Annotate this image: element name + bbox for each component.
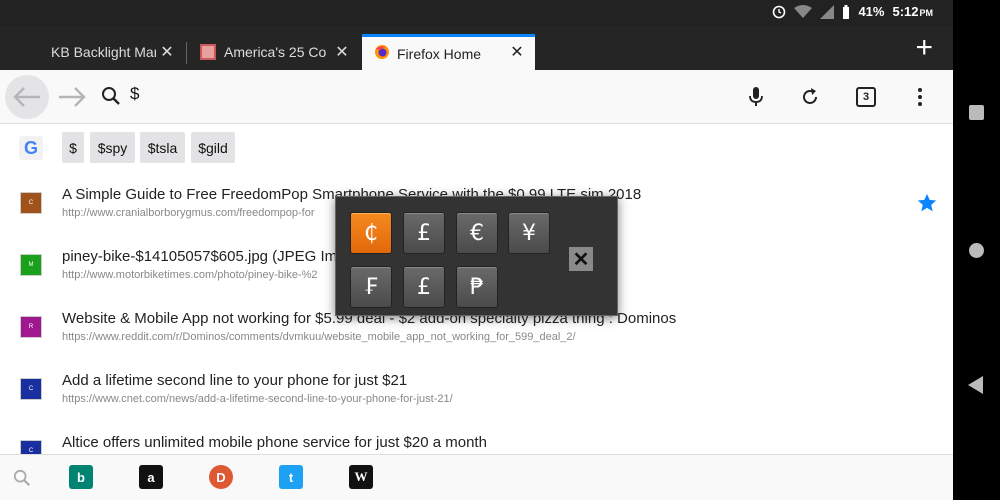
history-url: http://www.cranialborborygmus.com/freedo…	[62, 207, 315, 219]
url-input[interactable]: $	[130, 84, 139, 104]
tab-divider	[186, 42, 187, 64]
recents-icon[interactable]	[969, 105, 984, 120]
suggestion-chip[interactable]: $tsla	[140, 132, 185, 163]
tab-title: America's 25 Colc	[224, 44, 326, 60]
site-favicon: C	[20, 440, 42, 454]
tab-firefox-home[interactable]: Firefox Home ✕	[362, 34, 535, 70]
history-url: https://www.cnet.com/news/add-a-lifetime…	[62, 393, 453, 405]
history-item[interactable]: C Altice offers unlimited mobile phone s…	[0, 434, 953, 454]
tab-count: 3	[856, 87, 876, 107]
toolbar: $ 3	[0, 70, 953, 124]
back-arrow-icon	[13, 87, 40, 107]
tab-bar: KB Backlight Mar ✕ America's 25 Colc ✕ F…	[0, 26, 953, 70]
site-favicon: C	[20, 192, 42, 214]
tab-favicon	[200, 44, 216, 60]
currency-key-franc[interactable]: ₣	[350, 266, 392, 308]
tab-kb-backlight[interactable]: KB Backlight Mar ✕	[0, 34, 185, 70]
back-button[interactable]	[5, 75, 49, 119]
wikipedia-icon[interactable]: W	[349, 465, 373, 489]
duckduckgo-icon[interactable]: D	[209, 465, 233, 489]
history-title: Add a lifetime second line to your phone…	[62, 372, 408, 389]
back-icon[interactable]	[968, 376, 984, 399]
currency-key-yen[interactable]: ¥	[508, 212, 550, 254]
site-favicon: C	[20, 378, 42, 400]
currency-key-peso[interactable]: ₱	[456, 266, 498, 308]
google-icon: G	[19, 136, 43, 160]
signal-icon	[820, 4, 835, 19]
currency-key-cedi[interactable]: ₵	[350, 212, 392, 254]
bookmark-star-icon[interactable]	[916, 192, 938, 219]
clock: 5:12PM	[892, 4, 933, 19]
history-item[interactable]: C Add a lifetime second line to your pho…	[0, 372, 953, 434]
site-favicon: R	[20, 316, 42, 338]
forward-button[interactable]	[50, 75, 94, 119]
search-suggestions: G $ $spy $tsla $gild	[0, 124, 953, 172]
android-nav-bar	[953, 0, 1000, 500]
microphone-icon[interactable]	[742, 83, 770, 111]
status-bar: 41% 5:12PM	[0, 0, 953, 26]
reload-icon[interactable]	[796, 83, 824, 111]
currency-picker: ₵ £ € ¥ ₣ £ ₱ ✕	[335, 196, 618, 316]
forward-arrow-icon	[59, 87, 86, 107]
bing-icon[interactable]: b	[69, 465, 93, 489]
search-icon	[13, 469, 31, 492]
search-engine-bar: b a D t W	[0, 454, 953, 500]
new-tab-icon[interactable]: +	[915, 32, 933, 64]
close-icon[interactable]: ✕	[569, 247, 593, 271]
close-tab-icon[interactable]: ✕	[157, 34, 177, 70]
close-tab-icon[interactable]: ✕	[507, 34, 527, 70]
tab-count-button[interactable]: 3	[852, 83, 880, 111]
tab-title: KB Backlight Mar	[51, 44, 156, 60]
suggestion-chip[interactable]: $gild	[191, 132, 235, 163]
tab-americas-25[interactable]: America's 25 Colc ✕	[188, 34, 360, 70]
history-url: https://www.reddit.com/r/Dominos/comment…	[62, 331, 576, 343]
currency-key-pound[interactable]: £	[403, 212, 445, 254]
amazon-icon[interactable]: a	[139, 465, 163, 489]
site-favicon: M	[20, 254, 42, 276]
home-icon[interactable]	[969, 243, 984, 258]
history-title: Altice offers unlimited mobile phone ser…	[62, 434, 487, 451]
firefox-icon	[374, 44, 390, 63]
wifi-icon	[794, 4, 813, 19]
history-url: http://www.motorbiketimes.com/photo/pine…	[62, 269, 318, 281]
currency-key-euro[interactable]: €	[456, 212, 498, 254]
battery-icon	[842, 4, 850, 19]
tab-title: Firefox Home	[397, 45, 482, 62]
currency-key-lira[interactable]: £	[403, 266, 445, 308]
data-saver-icon	[772, 5, 786, 19]
battery-level: 41%	[858, 4, 885, 19]
suggestion-chip[interactable]: $	[62, 132, 84, 163]
history-item[interactable]: R Website & Mobile App not working for $…	[0, 310, 953, 372]
history-title: piney-bike-$14105057$605.jpg (JPEG Ima	[62, 248, 346, 265]
twitter-icon[interactable]: t	[279, 465, 303, 489]
menu-icon[interactable]	[906, 83, 934, 111]
search-icon	[101, 86, 121, 111]
suggestion-chip[interactable]: $spy	[90, 132, 135, 163]
close-tab-icon[interactable]: ✕	[332, 34, 352, 70]
